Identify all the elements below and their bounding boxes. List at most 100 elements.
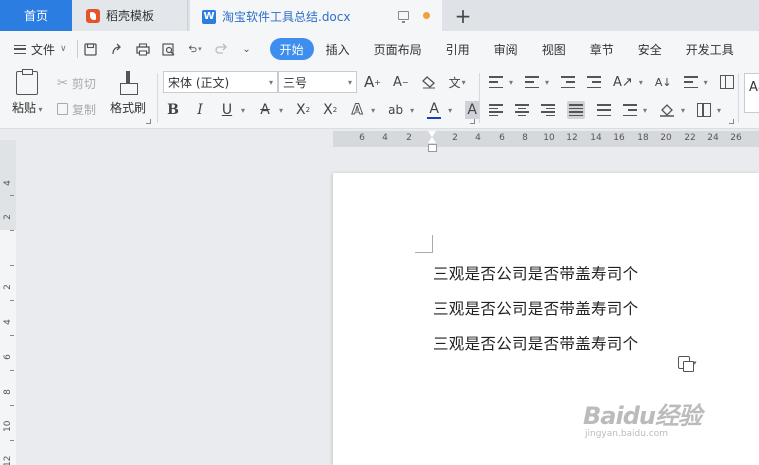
tab-home[interactable]: 首页 bbox=[0, 0, 72, 31]
tab-page-layout[interactable]: 页面布局 bbox=[362, 38, 434, 60]
font-name-select[interactable]: 宋体 (正文) ▾ bbox=[163, 71, 278, 93]
export-pdf-icon[interactable] bbox=[110, 42, 124, 56]
monitor-icon[interactable] bbox=[398, 11, 409, 23]
align-left-icon[interactable] bbox=[489, 101, 503, 119]
font-size-select[interactable]: 三号 ▾ bbox=[278, 71, 357, 93]
paragraph-spacing-icon[interactable] bbox=[623, 101, 637, 119]
dialog-launcher-icon[interactable] bbox=[470, 119, 475, 124]
chevron-down-icon: ∨ bbox=[60, 44, 67, 54]
clipboard-icon bbox=[16, 69, 39, 95]
copy-label: 复制 bbox=[72, 102, 97, 117]
font-color-icon[interactable]: A bbox=[427, 101, 442, 119]
tab-docer-templates[interactable]: 稻壳模板 bbox=[72, 0, 188, 31]
tab-review[interactable]: 审阅 bbox=[482, 38, 530, 60]
chevron-down-icon[interactable]: ▾ bbox=[279, 106, 283, 115]
separator bbox=[738, 73, 739, 123]
borders-icon[interactable] bbox=[697, 101, 712, 119]
tab-section[interactable]: 章节 bbox=[578, 38, 626, 60]
print-icon[interactable] bbox=[135, 42, 150, 56]
font-size-tools: A + A − 文 ▾ bbox=[364, 71, 466, 93]
highlight-icon[interactable]: ab bbox=[388, 101, 403, 119]
align-right-icon[interactable] bbox=[541, 101, 555, 119]
hanging-indent-marker[interactable] bbox=[428, 137, 436, 143]
style-gallery[interactable]: Aa bbox=[744, 73, 759, 113]
ruler-tick: 2 bbox=[3, 214, 13, 220]
sort-icon[interactable]: A↓ bbox=[655, 73, 672, 91]
bold-icon[interactable]: B bbox=[166, 101, 180, 119]
char-shading-icon[interactable]: A bbox=[465, 101, 480, 119]
shading-fill-icon[interactable] bbox=[659, 101, 675, 119]
italic-icon[interactable]: I bbox=[193, 101, 207, 119]
ruler-tick: 14 bbox=[590, 133, 602, 143]
subscript-icon[interactable]: X2 bbox=[323, 101, 337, 119]
phonetic-guide-icon[interactable]: 文 ▾ bbox=[449, 73, 466, 91]
horizontal-ruler[interactable]: 6 4 2 2 4 6 8 10 12 14 16 18 20 22 24 26 bbox=[333, 131, 759, 147]
ruler-tick: 26 bbox=[730, 133, 742, 143]
cut-button[interactable]: ✂ 剪切 bbox=[57, 73, 96, 93]
chevron-down-icon[interactable]: ▾ bbox=[545, 78, 549, 87]
format-painter-button[interactable]: 格式刷 bbox=[110, 71, 146, 116]
strikethrough-icon[interactable]: A bbox=[258, 101, 272, 119]
chevron-down-icon[interactable]: ▾ bbox=[371, 106, 375, 115]
cut-copy-group: ✂ 剪切 复制 bbox=[57, 73, 96, 119]
tab-view[interactable]: 视图 bbox=[530, 38, 578, 60]
line-spacing-icon[interactable] bbox=[683, 73, 698, 91]
customize-toolbar-icon[interactable]: ⌄ bbox=[240, 42, 254, 56]
numbered-list-icon[interactable] bbox=[525, 73, 540, 91]
chevron-down-icon[interactable]: ▾ bbox=[681, 106, 685, 115]
indent-marker[interactable] bbox=[428, 131, 437, 153]
copy-button[interactable]: 复制 bbox=[57, 99, 96, 119]
bullet-list-icon[interactable] bbox=[489, 73, 503, 91]
paste-options-button[interactable]: ▾ bbox=[678, 356, 697, 372]
file-menu-button[interactable]: 文件 ∨ bbox=[0, 37, 77, 61]
align-justify-icon[interactable] bbox=[567, 101, 585, 119]
text-direction-icon[interactable]: A↗ bbox=[613, 73, 633, 91]
font-name-value: 宋体 (正文) bbox=[168, 75, 230, 90]
increase-indent-icon[interactable] bbox=[587, 73, 602, 91]
new-tab-button[interactable]: + bbox=[448, 0, 478, 31]
chevron-down-icon[interactable]: ▾ bbox=[704, 78, 708, 87]
distributed-align-icon[interactable] bbox=[597, 101, 611, 119]
chevron-down-icon[interactable]: ▾ bbox=[717, 106, 721, 115]
chevron-down-icon[interactable]: ▾ bbox=[448, 106, 452, 115]
paragraph[interactable]: 三观是否公司是否带盖寿司个 bbox=[433, 327, 638, 362]
dialog-launcher-icon[interactable] bbox=[146, 119, 151, 124]
save-icon[interactable] bbox=[84, 42, 98, 56]
tab-document[interactable]: W 淘宝软件工具总结.docx bbox=[190, 0, 442, 31]
align-center-icon[interactable] bbox=[515, 101, 529, 119]
tab-references[interactable]: 引用 bbox=[434, 38, 482, 60]
superscript-icon[interactable]: X2 bbox=[296, 101, 310, 119]
cut-label: 剪切 bbox=[71, 76, 96, 91]
paragraph[interactable]: 三观是否公司是否带盖寿司个 bbox=[433, 257, 638, 292]
grow-font-icon[interactable]: A + bbox=[364, 73, 381, 91]
vertical-ruler[interactable]: 4 2 2 4 6 8 10 12 bbox=[0, 140, 16, 465]
document-body[interactable]: 三观是否公司是否带盖寿司个 三观是否公司是否带盖寿司个 三观是否公司是否带盖寿司… bbox=[433, 257, 638, 362]
undo-icon[interactable]: ▾ bbox=[188, 42, 202, 56]
text-effect-icon[interactable]: A bbox=[350, 101, 364, 119]
redo-icon[interactable] bbox=[214, 42, 228, 56]
chevron-down-icon[interactable]: ▾ bbox=[509, 78, 513, 87]
copy-icon bbox=[57, 103, 68, 115]
shrink-font-icon[interactable]: A − bbox=[393, 73, 409, 91]
chevron-down-icon[interactable]: ▾ bbox=[241, 106, 245, 115]
tab-developer[interactable]: 开发工具 bbox=[674, 38, 746, 60]
ruler-mark bbox=[10, 405, 14, 406]
tab-insert[interactable]: 插入 bbox=[314, 38, 362, 60]
tab-home-ribbon[interactable]: 开始 bbox=[269, 38, 314, 60]
clear-format-icon[interactable] bbox=[421, 73, 437, 91]
underline-icon[interactable]: U bbox=[220, 101, 234, 119]
chevron-down-icon[interactable]: ▾ bbox=[639, 78, 643, 87]
print-preview-icon[interactable] bbox=[162, 42, 176, 56]
ruler-tick: 6 bbox=[359, 133, 365, 143]
tab-home-label: 首页 bbox=[23, 9, 48, 23]
decrease-indent-icon[interactable] bbox=[561, 73, 576, 91]
layout-toggle-icon[interactable] bbox=[719, 73, 734, 91]
paragraph[interactable]: 三观是否公司是否带盖寿司个 bbox=[433, 292, 638, 327]
tab-security[interactable]: 安全 bbox=[626, 38, 674, 60]
chevron-down-icon[interactable]: ▾ bbox=[410, 106, 414, 115]
dialog-launcher-icon[interactable] bbox=[729, 119, 734, 124]
chevron-down-icon[interactable]: ▾ bbox=[643, 106, 647, 115]
left-indent-marker[interactable] bbox=[428, 144, 437, 152]
ruler-mark bbox=[10, 370, 14, 371]
paste-button[interactable]: 粘贴 ▾ bbox=[12, 69, 43, 116]
